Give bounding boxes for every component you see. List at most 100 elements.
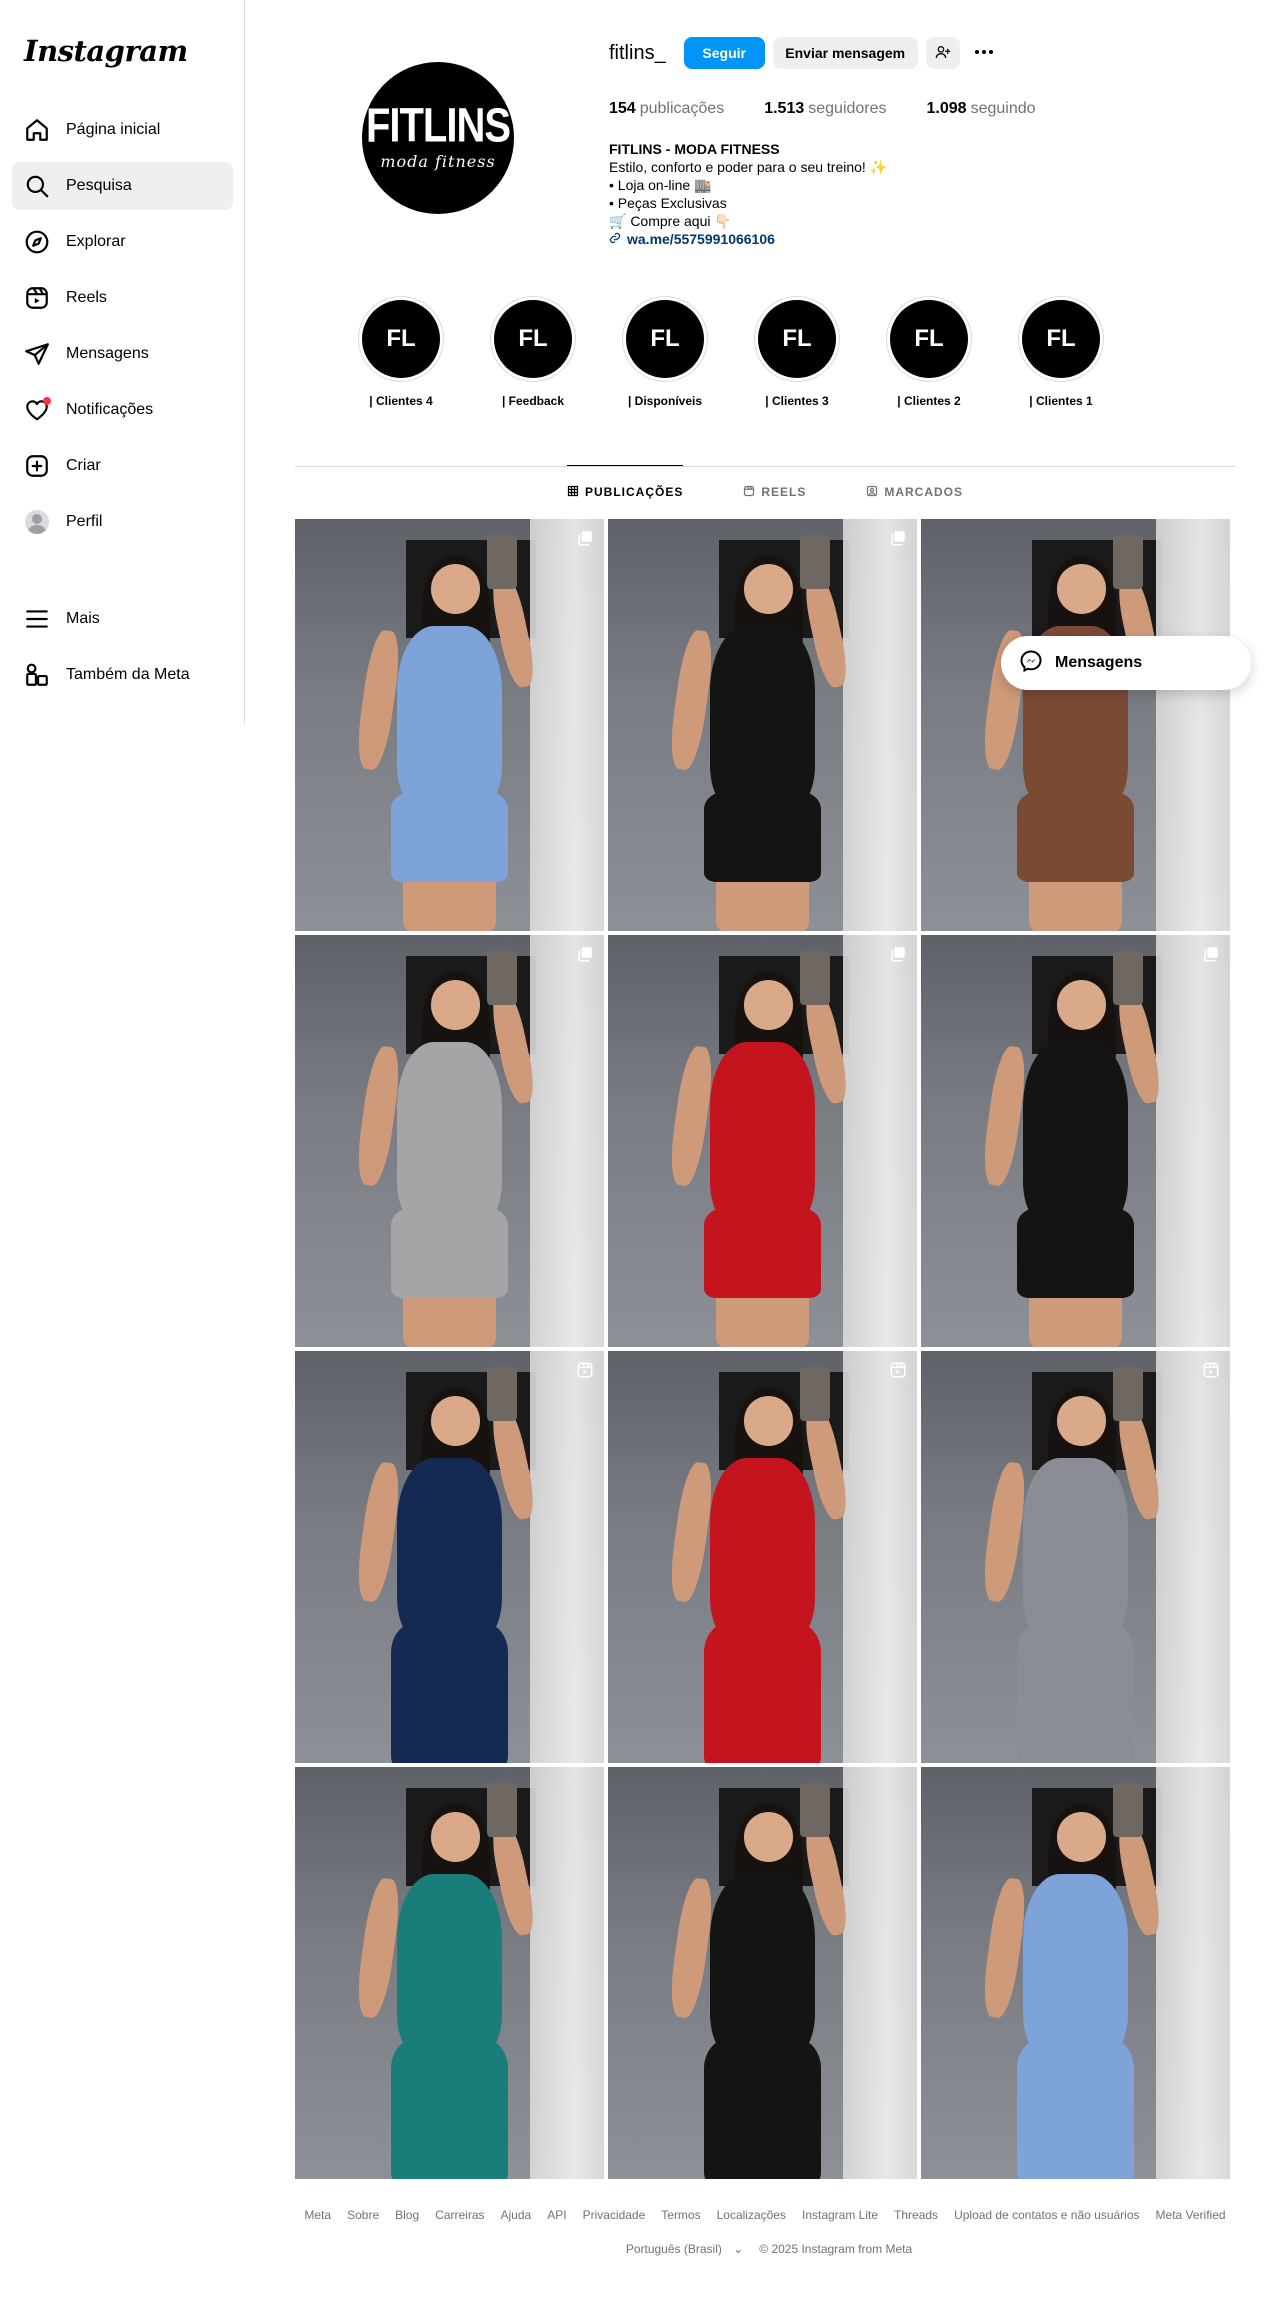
profile-pic-subtitle: moda fitness <box>380 151 496 171</box>
post-thumbnail[interactable] <box>295 519 604 931</box>
bio-line: Estilo, conforto e poder para o seu trei… <box>609 159 888 175</box>
more-options-button[interactable] <box>968 37 1000 69</box>
post-image-detail <box>709 626 816 812</box>
highlight-cover: FL <box>1022 300 1100 378</box>
post-image-detail <box>430 980 481 1030</box>
footer-link[interactable]: Termos <box>661 2208 700 2222</box>
menu-icon <box>24 606 50 632</box>
post-image-detail <box>486 1783 518 1838</box>
sidebar-item-messages[interactable]: Mensagens <box>12 330 233 378</box>
post-thumbnail[interactable] <box>608 1767 917 2179</box>
sidebar-item-label: Perfil <box>66 513 103 530</box>
post-image-detail <box>529 519 604 931</box>
post-image-detail <box>703 2038 822 2179</box>
footer-link[interactable]: Meta <box>304 2208 331 2222</box>
carousel-icon <box>576 529 594 547</box>
footer-link[interactable]: Localizações <box>717 2208 786 2222</box>
post-image-detail <box>799 1367 831 1422</box>
post-thumbnail[interactable] <box>295 935 604 1347</box>
bio-link[interactable]: wa.me/5575991066106 <box>609 230 887 248</box>
post-image-detail <box>486 951 518 1006</box>
sidebar-item-profile[interactable]: Perfil <box>12 498 233 546</box>
highlight-label: | Disponíveis <box>627 394 703 408</box>
reel-icon <box>1202 1361 1220 1379</box>
sidebar: Instagram Página inicial Pesquisa Explor… <box>0 0 245 723</box>
post-thumbnail[interactable] <box>921 519 1230 931</box>
floating-messages-label: Mensagens <box>1055 654 1143 671</box>
post-image-detail <box>743 564 794 614</box>
tab-tagged[interactable]: MARCADOS <box>866 466 963 518</box>
followers-count[interactable]: 1.513 seguidores <box>764 100 886 118</box>
post-image-detail <box>1155 1767 1230 2179</box>
sidebar-item-reels[interactable]: Reels <box>12 274 233 322</box>
footer-link[interactable]: Blog <box>395 2208 419 2222</box>
messenger-icon <box>1019 649 1055 678</box>
tab-posts[interactable]: PUBLICAÇÕES <box>566 465 684 518</box>
footer-link[interactable]: Instagram Lite <box>802 2208 878 2222</box>
highlight-cover: FL <box>890 300 968 378</box>
highlight-item[interactable]: FL | Disponíveis <box>599 296 731 408</box>
send-icon <box>24 341 50 367</box>
sidebar-item-explore[interactable]: Explorar <box>12 218 233 266</box>
sidebar-item-label: Mais <box>66 610 100 627</box>
footer-link[interactable]: API <box>547 2208 566 2222</box>
follow-button[interactable]: Seguir <box>683 37 765 69</box>
sidebar-item-notifications[interactable]: Notificações <box>12 386 233 434</box>
post-image-detail <box>703 790 822 882</box>
footer-link[interactable]: Privacidade <box>583 2208 646 2222</box>
post-thumbnail[interactable] <box>921 1351 1230 1763</box>
post-image-detail <box>743 1812 794 1862</box>
post-image-detail <box>396 1874 503 2060</box>
sidebar-item-label: Notificações <box>66 401 154 418</box>
sidebar-item-also-from-meta[interactable]: Também da Meta <box>12 651 233 699</box>
highlight-item[interactable]: FL | Clientes 1 <box>995 296 1127 408</box>
tab-label: REELS <box>761 485 807 499</box>
post-image-detail <box>390 790 509 882</box>
post-image-detail <box>709 1874 816 2060</box>
post-thumbnail[interactable] <box>921 1767 1230 2179</box>
meta-icon <box>24 662 50 688</box>
post-thumbnail[interactable] <box>608 1351 917 1763</box>
post-image-detail <box>396 1042 503 1228</box>
post-thumbnail[interactable] <box>608 935 917 1347</box>
post-thumbnail[interactable] <box>608 519 917 931</box>
post-image-detail <box>703 1206 822 1298</box>
post-image-detail <box>1056 1812 1107 1862</box>
highlight-item[interactable]: FL | Clientes 4 <box>335 296 467 408</box>
footer-link[interactable]: Upload de contatos e não usuários <box>954 2208 1139 2222</box>
sidebar-item-create[interactable]: Criar <box>12 442 233 490</box>
highlight-cover: FL <box>362 300 440 378</box>
post-image-detail <box>529 935 604 1347</box>
footer-link[interactable]: Threads <box>894 2208 938 2222</box>
send-message-button[interactable]: Enviar mensagem <box>772 37 918 69</box>
highlight-item[interactable]: FL | Clientes 2 <box>863 296 995 408</box>
reels-icon <box>24 285 50 311</box>
carousel-icon <box>889 529 907 547</box>
sidebar-item-home[interactable]: Página inicial <box>12 106 233 154</box>
floating-messages-button[interactable]: Mensagens <box>1001 636 1251 690</box>
tab-reels[interactable]: REELS <box>743 466 806 518</box>
post-image-detail <box>703 1622 822 1763</box>
post-image-detail <box>1022 1874 1129 2060</box>
instagram-logo[interactable]: Instagram <box>24 34 188 68</box>
post-thumbnail[interactable] <box>921 935 1230 1347</box>
bio-line: • Peças Exclusivas <box>609 195 727 211</box>
suggest-people-button[interactable] <box>925 37 960 69</box>
post-image-detail <box>1056 564 1107 614</box>
footer-link[interactable]: Meta Verified <box>1156 2208 1226 2222</box>
highlight-label: | Clientes 1 <box>1029 394 1093 408</box>
post-image-detail <box>396 1458 503 1644</box>
highlight-item[interactable]: FL | Clientes 3 <box>731 296 863 408</box>
profile-picture[interactable]: FITLINS moda fitness <box>362 62 514 214</box>
highlight-item[interactable]: FL | Feedback <box>467 296 599 408</box>
post-thumbnail[interactable] <box>295 1767 604 2179</box>
language-selector[interactable]: Português (Brasil) ⌄ <box>618 2242 743 2256</box>
following-count[interactable]: 1.098 seguindo <box>927 100 1036 118</box>
footer-link[interactable]: Ajuda <box>501 2208 532 2222</box>
post-thumbnail[interactable] <box>295 1351 604 1763</box>
sidebar-item-more[interactable]: Mais <box>12 595 233 643</box>
sidebar-item-search[interactable]: Pesquisa <box>12 162 233 210</box>
footer-link[interactable]: Sobre <box>347 2208 379 2222</box>
post-image-detail <box>1056 980 1107 1030</box>
footer-link[interactable]: Carreiras <box>435 2208 484 2222</box>
